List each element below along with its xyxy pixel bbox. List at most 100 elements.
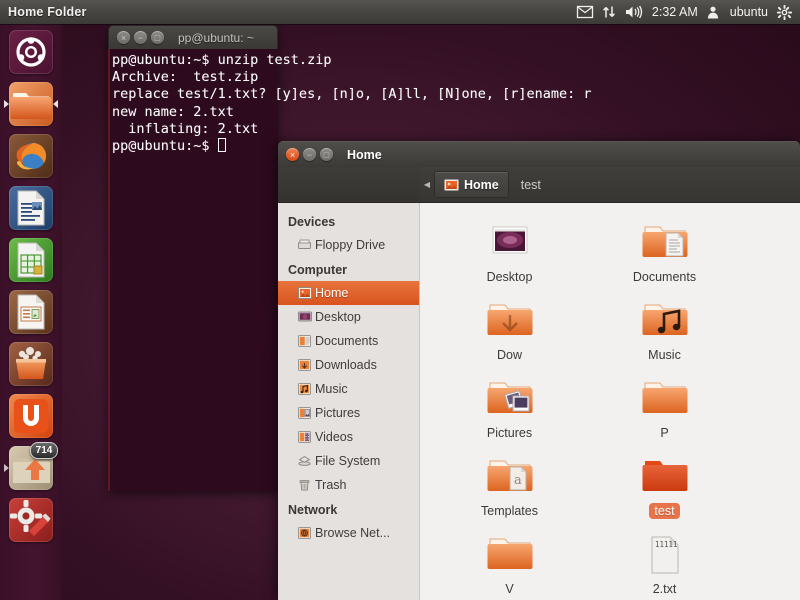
launcher-item-update-manager[interactable]: 714 <box>4 442 58 494</box>
templates-folder-icon: a <box>484 451 536 499</box>
terminal-line: inflating: 2.txt <box>112 120 259 137</box>
terminal-maximize-button[interactable]: □ <box>151 31 164 44</box>
launcher-item-files[interactable] <box>4 80 58 130</box>
file-label: V <box>505 582 514 596</box>
sidebar-label: Downloads <box>315 358 377 372</box>
network-icon[interactable] <box>602 5 616 19</box>
indicator-area: 2:32 AM ubuntu <box>576 4 800 20</box>
file-label: Desktop <box>486 270 533 284</box>
sidebar-item-file-system[interactable]: File System <box>278 449 419 473</box>
svg-text:11111: 11111 <box>655 540 678 549</box>
libreoffice-calc-icon <box>17 242 45 278</box>
mail-icon[interactable] <box>576 5 594 19</box>
file-item-2txt[interactable]: 11111 2.txt <box>587 529 742 600</box>
sidebar-label: Music <box>315 382 348 396</box>
breadcrumb-scroll-left-icon[interactable]: ◀ <box>420 180 434 189</box>
videos-folder-icon <box>484 529 536 577</box>
panel-app-title[interactable]: Home Folder <box>8 5 87 19</box>
firefox-icon <box>16 142 47 170</box>
launcher-item-libreoffice-calc[interactable] <box>4 236 58 286</box>
files-folder-icon <box>10 93 52 119</box>
file-item-downloads[interactable]: Dow <box>432 295 587 372</box>
launcher-item-dash-home[interactable] <box>4 28 58 78</box>
file-item-desktop[interactable]: Desktop <box>432 217 587 294</box>
floppy-icon <box>298 239 315 251</box>
window-maximize-button[interactable]: □ <box>320 148 333 161</box>
sidebar-item-desktop[interactable]: Desktop <box>278 305 419 329</box>
home-folder-icon <box>444 178 459 191</box>
pathbar-sidebar-spacer <box>278 167 420 202</box>
breadcrumb-home[interactable]: Home <box>434 171 509 198</box>
file-item-music[interactable]: Music <box>587 295 742 372</box>
terminal-cursor <box>217 138 226 153</box>
terminal-titlebar[interactable]: × − □ pp@ubuntu: ~ <box>108 25 278 49</box>
file-label: P <box>660 426 669 440</box>
focused-indicator-right <box>53 100 58 108</box>
file-item-videos[interactable]: V <box>432 529 587 600</box>
launcher-item-system-settings[interactable] <box>4 496 58 546</box>
launcher-item-ubuntu-one[interactable] <box>4 392 58 442</box>
file-item-pictures[interactable]: Pictures <box>432 373 587 450</box>
window-close-button[interactable]: × <box>286 148 299 161</box>
network-browse-icon <box>298 527 315 539</box>
file-label: Music <box>648 348 681 362</box>
file-manager-window[interactable]: × − □ Home ◀ Home test Devices Floppy Dr… <box>278 141 800 600</box>
sidebar-item-floppy-drive[interactable]: Floppy Drive <box>278 233 419 257</box>
home-icon <box>298 287 315 299</box>
volume-icon[interactable] <box>625 5 643 19</box>
terminal-minimize-button[interactable]: − <box>134 31 147 44</box>
file-icon-view[interactable]: Desktop Documents Dow Music Pictures P a… <box>420 203 800 600</box>
launcher-item-firefox[interactable] <box>4 132 58 182</box>
sidebar-label: Home <box>315 286 349 300</box>
sidebar-label: File System <box>315 454 381 468</box>
icon-grid: Desktop Documents Dow Music Pictures P a… <box>420 203 800 600</box>
software-center-icon <box>16 347 46 379</box>
file-item-documents[interactable]: Documents <box>587 217 742 294</box>
trash-icon <box>298 479 315 491</box>
terminal-body[interactable]: pp@ubuntu:~$ unzip test.zip Archive: tes… <box>108 49 592 491</box>
file-label: Documents <box>632 270 697 284</box>
sidebar-item-documents[interactable]: Documents <box>278 329 419 353</box>
sidebar-item-trash[interactable]: Trash <box>278 473 419 497</box>
downloads-icon <box>298 359 315 371</box>
file-manager-titlebar[interactable]: × − □ Home <box>278 141 800 167</box>
text-file-icon: 11111 <box>643 529 687 577</box>
breadcrumb-bar: ◀ Home test <box>278 167 800 203</box>
gear-icon[interactable] <box>777 4 792 20</box>
file-item-templates[interactable]: a Templates <box>432 451 587 528</box>
clock-indicator[interactable]: 2:32 AM <box>652 5 698 19</box>
pictures-folder-icon <box>484 373 536 421</box>
sidebar-item-downloads[interactable]: Downloads <box>278 353 419 377</box>
session-user-label[interactable]: ubuntu <box>730 5 768 19</box>
documents-folder-icon <box>639 217 691 265</box>
libreoffice-writer-icon <box>17 190 45 226</box>
sidebar-header-devices: Devices <box>288 215 336 229</box>
breadcrumb-home-label: Home <box>464 177 499 192</box>
breadcrumb-test[interactable]: test <box>512 172 550 197</box>
sidebar-item-music[interactable]: Music <box>278 377 419 401</box>
desktop-icon <box>298 311 315 323</box>
launcher-item-libreoffice-writer[interactable] <box>4 184 58 234</box>
folder-icon <box>639 451 691 499</box>
libreoffice-impress-icon <box>17 294 45 330</box>
documents-icon <box>298 335 315 347</box>
window-minimize-button[interactable]: − <box>303 148 316 161</box>
terminal-line: Archive: test.zip <box>112 69 259 86</box>
sidebar-label: Trash <box>315 478 347 492</box>
places-sidebar[interactable]: Devices Floppy Drive Computer Home Deskt… <box>278 203 420 600</box>
svg-text:a: a <box>514 473 522 488</box>
terminal-close-button[interactable]: × <box>117 31 130 44</box>
sidebar-item-videos[interactable]: Videos <box>278 425 419 449</box>
ubuntu-one-icon <box>14 399 48 433</box>
file-manager-body: Devices Floppy Drive Computer Home Deskt… <box>278 203 800 600</box>
sidebar-item-pictures[interactable]: Pictures <box>278 401 419 425</box>
launcher-item-libreoffice-impress[interactable] <box>4 288 58 338</box>
filesystem-icon <box>298 455 315 467</box>
launcher-item-software-center[interactable] <box>4 340 58 390</box>
sidebar-item-home[interactable]: Home <box>278 281 419 305</box>
file-label: Templates <box>481 504 538 518</box>
file-item-public[interactable]: P <box>587 373 742 450</box>
file-item-test[interactable]: test <box>587 451 742 528</box>
sidebar-item-browse-network[interactable]: Browse Net... <box>278 521 419 545</box>
terminal-window[interactable]: × − □ pp@ubuntu: ~ pp@ubuntu:~$ unzip te… <box>108 25 592 491</box>
